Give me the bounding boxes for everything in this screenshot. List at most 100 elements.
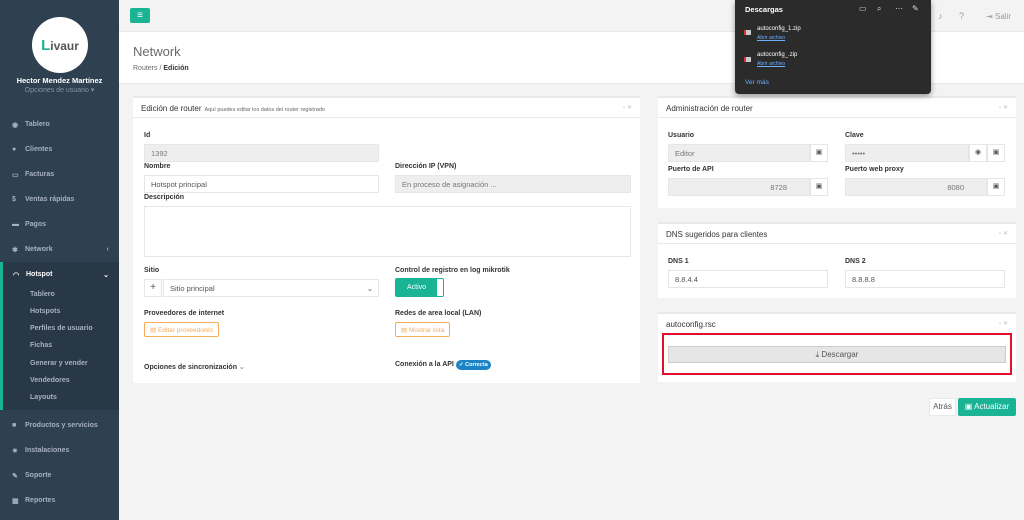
money-icon: ▬ — [12, 221, 19, 228]
sidebar-item-reportes[interactable]: ▦ Reportes — [0, 488, 119, 513]
hotspot-sub-perfiles[interactable]: Perfiles de usuario — [30, 325, 93, 332]
api-label: Conexión a la API — [395, 361, 454, 368]
logo: Livaur — [32, 17, 88, 73]
id-label: Id — [144, 132, 151, 139]
panel-title: Administración de router — [666, 104, 753, 113]
save-icon: ▣ — [964, 402, 975, 411]
name-label: Nombre — [144, 163, 171, 170]
close-icon[interactable]: ✕ — [1003, 231, 1010, 237]
sync-options-toggle[interactable]: Opciones de sincronización ⌄ — [144, 363, 245, 371]
download-file-name[interactable]: autoconfig_1.zip — [757, 26, 801, 32]
key-label: Clave — [845, 132, 864, 139]
dns1-input[interactable]: 8.8.4.4 — [668, 270, 828, 288]
more-icon[interactable]: ⋯ — [895, 4, 903, 13]
menu-toggle-button[interactable]: ≡ — [130, 8, 150, 23]
hotspot-sub-layouts[interactable]: Layouts — [30, 394, 57, 401]
sidebar-item-productos[interactable]: ■ Productos y servicios — [0, 413, 119, 438]
ip-field: En proceso de asignación ... — [395, 175, 631, 193]
dollar-icon: $ — [12, 196, 16, 203]
hotspot-sub-vendedores[interactable]: Vendedores — [30, 377, 70, 384]
lock-icon[interactable]: ▣ — [987, 144, 1005, 162]
lock-icon[interactable]: ▣ — [987, 178, 1005, 196]
isp-label: Proveedores de internet — [144, 310, 225, 317]
zip-file-icon — [744, 30, 751, 35]
close-icon[interactable]: ✕ — [1003, 105, 1010, 111]
breadcrumb-routers[interactable]: Routers — [133, 65, 158, 72]
folder-icon[interactable]: ▭ — [859, 4, 867, 13]
help-icon[interactable]: ? — [959, 11, 964, 21]
file-icon: ▭ — [12, 171, 19, 179]
edit-router-panel: Edición de router Aquí puedes editar los … — [133, 96, 640, 383]
edit-providers-button[interactable]: ▤ Editar proveedores — [144, 322, 219, 337]
chevron-down-icon: ⌄ — [103, 271, 109, 279]
panel-title: autoconfig.rsc — [666, 320, 716, 329]
sidebar-item-network[interactable]: ✱ Network ‹ — [0, 237, 119, 262]
add-site-button[interactable]: + — [144, 279, 162, 297]
log-label: Control de registro en log mikrotik — [395, 267, 510, 274]
sidebar-item-tablero[interactable]: ◉ Tablero — [0, 112, 119, 137]
api-status-badge: ✓ Correcta — [456, 360, 491, 370]
hotspot-sub-generar[interactable]: Generar y vender — [30, 360, 88, 367]
sidebar-item-ventas[interactable]: $ Ventas rápidas — [0, 187, 119, 212]
log-toggle[interactable]: Activo — [395, 278, 444, 297]
see-more-link[interactable]: Ver más — [745, 79, 769, 86]
key-field: ••••• — [845, 144, 969, 162]
back-button[interactable]: Atrás — [929, 398, 956, 416]
user-field: Editor — [668, 144, 810, 162]
download-file-name[interactable]: autoconfig_.zip — [757, 52, 797, 58]
description-label: Descripción — [144, 194, 185, 201]
highlight-box — [662, 333, 1012, 375]
description-textarea[interactable] — [144, 206, 631, 257]
open-file-link[interactable]: Abrir archivo — [757, 35, 785, 41]
user-options[interactable]: Opciones de usuario ▾ — [0, 86, 119, 94]
ip-label: Dirección IP (VPN) — [395, 163, 457, 170]
lock-icon[interactable]: ▣ — [810, 144, 828, 162]
breadcrumb-separator: / — [159, 65, 162, 72]
list-icon: ▤ — [150, 327, 158, 334]
hotspot-sub-hotspots[interactable]: Hotspots — [30, 308, 60, 315]
close-icon[interactable]: ✕ — [1003, 321, 1010, 327]
user-label: Usuario — [668, 132, 695, 139]
sidebar-item-clientes[interactable]: ● Clientes — [0, 137, 119, 162]
chevron-down-icon: ⌄ — [238, 364, 245, 371]
lan-label: Redes de area local (LAN) — [395, 310, 482, 317]
search-icon[interactable]: ⌕ — [877, 4, 881, 14]
logo-letter: L — [41, 37, 51, 54]
pin-icon[interactable]: ✎ — [912, 4, 919, 13]
show-list-button[interactable]: ▤ Mostrar lista — [395, 322, 451, 337]
bell-icon[interactable]: ♪ — [938, 11, 943, 21]
downloads-popup: Descargas ▭ ⌕ ⋯ ✎ autoconfig_1.zip Abrir… — [735, 0, 931, 94]
site-label: Sitio — [144, 267, 160, 274]
page-title: Network — [133, 44, 181, 59]
dns2-input[interactable]: 8.8.8.8 — [845, 270, 1005, 288]
id-field: 1392 — [144, 144, 379, 162]
chevron-left-icon: ‹ — [106, 246, 109, 253]
dns1-label: DNS 1 — [668, 258, 689, 265]
zip-file-icon — [744, 57, 751, 62]
user-name: Hector Mendez Martínez — [16, 76, 103, 85]
logout-link[interactable]: ⇥ Salir — [986, 12, 1011, 21]
update-button[interactable]: ▣ Actualizar — [958, 398, 1016, 416]
site-select[interactable]: Sitio principal ⌄ — [163, 279, 379, 297]
dns2-label: DNS 2 — [845, 258, 866, 265]
name-input[interactable]: Hotspot principal — [144, 175, 379, 193]
dashboard-icon: ◉ — [12, 121, 19, 129]
cubes-icon: ■ — [12, 422, 17, 429]
sidebar-item-instalaciones[interactable]: ✷ Instalaciones — [0, 438, 119, 463]
sidebar-item-hotspot[interactable]: ◠ Hotspot ⌄ — [0, 262, 119, 287]
sign-out-icon: ⇥ — [986, 12, 995, 21]
hotspot-sub-fichas[interactable]: Fichas — [30, 342, 52, 349]
open-file-link[interactable]: Abrir archivo — [757, 61, 785, 67]
panel-subtitle: Aquí puedes editar los datos del router … — [204, 107, 325, 113]
lock-icon[interactable]: ▣ — [810, 178, 828, 196]
sidebar-item-pagos[interactable]: ▬ Pagos — [0, 212, 119, 237]
close-icon[interactable]: ✕ — [627, 105, 634, 111]
breadcrumb: Routers / Edición — [133, 65, 189, 72]
hotspot-sub-tablero[interactable]: Tablero — [30, 291, 55, 298]
sidebar-item-soporte[interactable]: ✎ Soporte — [0, 463, 119, 488]
users-icon: ● — [12, 146, 17, 153]
chart-icon: ▦ — [12, 497, 19, 505]
eye-icon[interactable]: ◉ — [969, 144, 987, 162]
sidebar-item-facturas[interactable]: ▭ Facturas — [0, 162, 119, 187]
chevron-down-icon: ⌄ — [366, 284, 373, 293]
